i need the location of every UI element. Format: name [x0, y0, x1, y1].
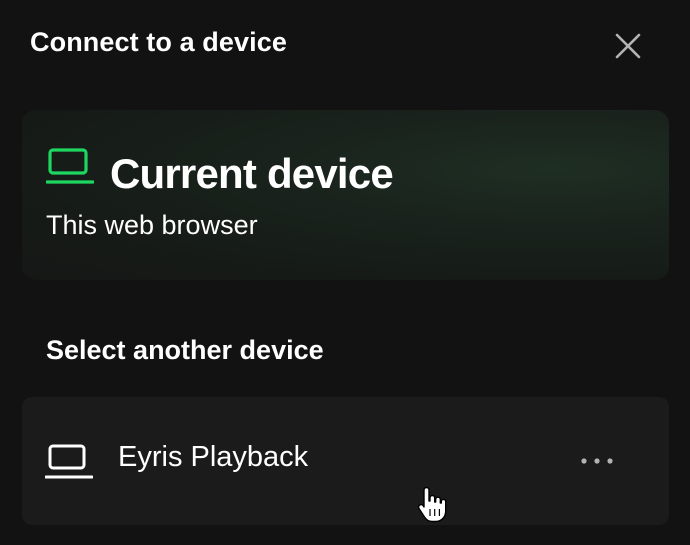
connect-device-panel: Connect to a device Current device This …: [0, 0, 690, 545]
current-device-subtitle: This web browser: [46, 210, 258, 240]
laptop-icon: [46, 148, 94, 184]
panel-title: Connect to a device: [30, 27, 287, 57]
device-item-label: Eyris Playback: [118, 441, 309, 473]
hand-pointer-cursor-icon: [417, 487, 447, 523]
close-button[interactable]: [608, 26, 648, 66]
current-device-card: Current device This web browser: [22, 110, 669, 280]
close-icon: [615, 33, 641, 59]
laptop-icon: [45, 444, 93, 479]
current-device-title: Current device: [110, 150, 394, 197]
more-options-icon: [581, 458, 613, 464]
select-device-heading: Select another device: [46, 335, 324, 365]
device-item-eyris-playback[interactable]: Eyris Playback: [22, 397, 669, 525]
more-options-button[interactable]: [575, 445, 619, 477]
